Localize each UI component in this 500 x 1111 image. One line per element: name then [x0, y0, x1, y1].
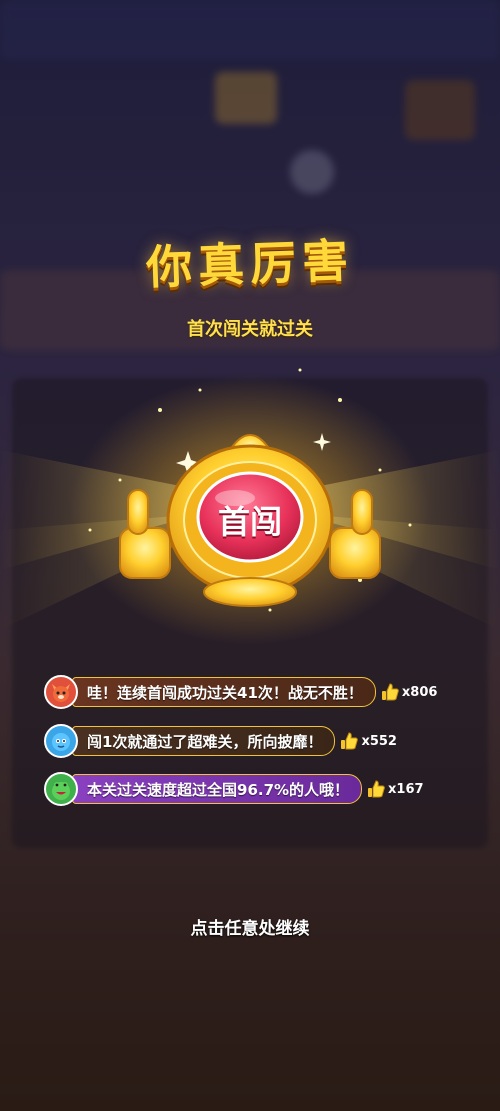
- like-count-3: x167: [388, 781, 424, 797]
- like-count-2: x552: [361, 733, 397, 749]
- tap-to-continue-text[interactable]: 点击任意处继续: [0, 914, 500, 939]
- fox-avatar-icon: [44, 675, 78, 709]
- message-pill-1: 哇！连续首闯成功过关41次！战无不胜！: [72, 677, 376, 707]
- message-pill-2: 闯1次就通过了超难关，所向披靡！: [72, 726, 336, 756]
- message-text-3: 本关过关速度超过全国96.7%的人哦！: [87, 780, 350, 799]
- thumbs-up-icon: [381, 683, 399, 701]
- thumbs-up-icon: [341, 732, 359, 750]
- bg-chest: [405, 80, 475, 140]
- thumbs-up-icon: [368, 780, 385, 798]
- message-row-2: 闯1次就通过了超难关，所向披靡！ x552: [44, 724, 397, 758]
- bg-clock: [290, 150, 334, 194]
- like-button-3[interactable]: x167: [366, 779, 424, 799]
- bg-shelf: [0, 0, 500, 60]
- like-button-1[interactable]: x806: [380, 682, 438, 702]
- like-count-1: x806: [401, 684, 438, 700]
- message-row-3: 本关过关速度超过全国96.7%的人哦！ x167: [44, 772, 424, 806]
- subtitle-text: 首次闯关就过关: [187, 319, 313, 340]
- message-pill-3: 本关过关速度超过全国96.7%的人哦！: [72, 774, 363, 804]
- message-row-1: 哇！连续首闯成功过关41次！战无不胜！ x806: [44, 675, 437, 709]
- bg-picture-frame: [215, 72, 277, 124]
- message-text-1: 哇！连续首闯成功过关41次！战无不胜！: [87, 683, 363, 702]
- first-try-badge: 首闯: [100, 420, 400, 620]
- frog-avatar-icon: [44, 772, 78, 806]
- message-text-2: 闯1次就通过了超难关，所向披靡！: [87, 732, 323, 751]
- blue-creature-avatar-icon: [44, 724, 78, 758]
- like-button-2[interactable]: x552: [339, 731, 397, 751]
- badge-label: 首闯: [217, 503, 282, 541]
